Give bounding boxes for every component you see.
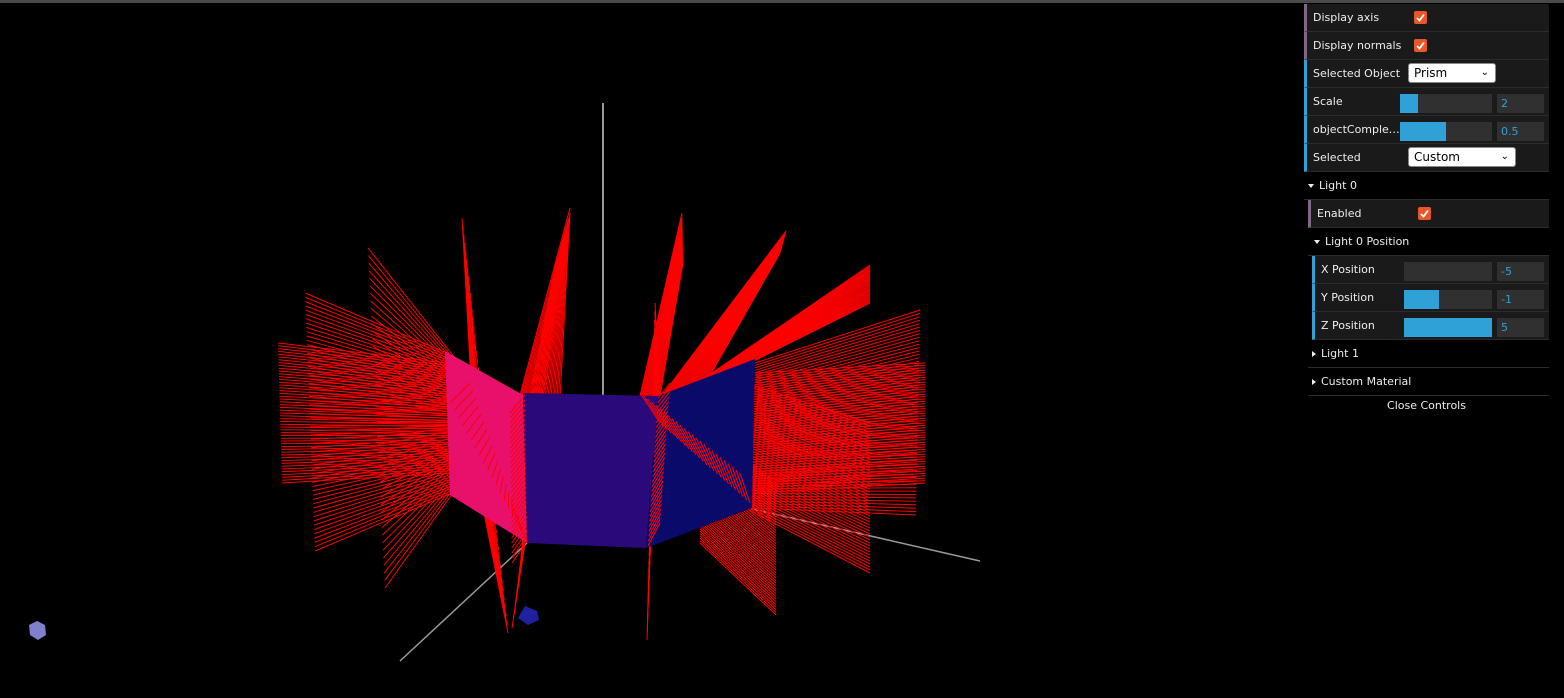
scale-slider[interactable] (1400, 94, 1492, 113)
selected-object-dropdown[interactable]: Prism ⌄ (1408, 63, 1496, 83)
selected-material-row: Selected Custom ⌄ (1304, 144, 1549, 172)
light0-folder-header[interactable]: Light 0 (1304, 172, 1549, 200)
custom-material-folder-header[interactable]: Custom Material (1308, 368, 1549, 396)
light1-title-text: Light 1 (1321, 347, 1359, 360)
caret-right-icon (1312, 379, 1316, 385)
controls-panel: Display axis Display normals Selected Ob… (1304, 4, 1549, 416)
normal-line (381, 460, 460, 528)
light0-enabled-row[interactable]: Enabled (1308, 200, 1549, 228)
light1-folder-header[interactable]: Light 1 (1308, 340, 1549, 368)
object-complexity-row: objectComplex… 0.5 (1304, 116, 1549, 144)
normal-line (368, 255, 456, 362)
light0-position-title-text: Light 0 Position (1325, 235, 1410, 248)
light0-title-text: Light 0 (1319, 179, 1357, 192)
x-position-label: X Position (1321, 263, 1375, 276)
prism-face-front (523, 393, 658, 548)
display-normals-label: Display normals (1313, 39, 1402, 52)
selected-object-row: Selected Object Prism ⌄ (1304, 60, 1549, 88)
normal-line (281, 472, 451, 484)
y-position-slider-fill (1404, 290, 1440, 309)
close-controls-button[interactable]: Close Controls (1304, 396, 1549, 416)
z-position-input[interactable]: 5 (1497, 318, 1544, 337)
object-complexity-input[interactable]: 0.5 (1497, 122, 1544, 141)
normal-line (304, 292, 448, 354)
light0-position-folder: X Position -5 Y Position -1 Z Position 5 (1308, 256, 1549, 340)
light-0-marker (29, 621, 46, 640)
selected-material-dropdown[interactable]: Custom ⌄ (1408, 147, 1516, 167)
chevron-down-icon: ⌄ (1480, 67, 1489, 78)
x-position-input[interactable]: -5 (1497, 262, 1544, 281)
light0-folder-title: Light 0 (1308, 179, 1357, 192)
caret-down-icon (1314, 240, 1320, 244)
light1-folder-title: Light 1 (1312, 347, 1359, 360)
z-position-slider[interactable] (1404, 318, 1492, 337)
normal-line (383, 471, 460, 559)
selected-object-label: Selected Object (1313, 67, 1401, 80)
normal-line (280, 432, 449, 434)
object-complexity-slider[interactable] (1400, 122, 1492, 141)
light0-position-folder-header[interactable]: Light 0 Position (1308, 228, 1549, 256)
y-position-label: Y Position (1321, 291, 1375, 304)
z-position-row: Z Position 5 (1312, 312, 1549, 340)
z-position-slider-fill (1404, 318, 1492, 337)
scale-input[interactable]: 2 (1497, 94, 1544, 113)
display-normals-checkbox[interactable] (1414, 39, 1427, 52)
y-position-input[interactable]: -1 (1497, 290, 1544, 309)
y-position-row: Y Position -1 (1312, 284, 1549, 312)
y-position-slider[interactable] (1404, 290, 1492, 309)
3d-viewport[interactable] (0, 3, 1300, 698)
light0-folder: Enabled Light 0 Position X Position -5 Y… (1304, 200, 1549, 396)
object-complexity-slider-fill (1400, 122, 1446, 141)
z-position-label: Z Position (1321, 319, 1375, 332)
normal-line (507, 491, 510, 509)
light0-enabled-checkbox[interactable] (1418, 207, 1431, 220)
display-axis-checkbox[interactable] (1414, 11, 1427, 24)
display-normals-row[interactable]: Display normals (1304, 32, 1549, 60)
chevron-down-icon: ⌄ (1500, 151, 1509, 162)
light0-enabled-label: Enabled (1317, 207, 1362, 220)
selected-material-value: Custom (1414, 150, 1460, 164)
display-axis-label: Display axis (1313, 11, 1380, 24)
object-complexity-label: objectComplex… (1313, 123, 1403, 136)
caret-right-icon (1312, 351, 1316, 357)
x-position-slider[interactable] (1404, 262, 1492, 281)
scale-slider-fill (1400, 94, 1419, 113)
display-axis-row[interactable]: Display axis (1304, 4, 1549, 32)
scale-label: Scale (1313, 95, 1343, 108)
light-1-marker (518, 606, 539, 625)
caret-down-icon (1308, 184, 1314, 188)
selected-object-value: Prism (1414, 66, 1448, 80)
light0-position-folder-title: Light 0 Position (1314, 235, 1409, 248)
selected-material-label: Selected (1313, 151, 1361, 164)
custom-material-folder-title: Custom Material (1312, 375, 1411, 388)
custom-material-title-text: Custom Material (1321, 375, 1412, 388)
scale-row: Scale 2 (1304, 88, 1549, 116)
x-position-row: X Position -5 (1312, 256, 1549, 284)
